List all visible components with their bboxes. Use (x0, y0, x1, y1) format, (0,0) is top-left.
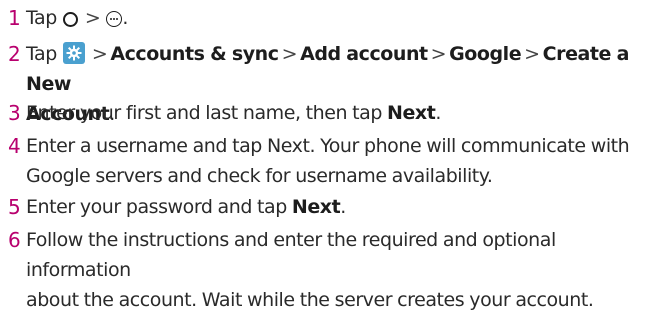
step-6-line-2: about the account. Wait while the server… (26, 289, 594, 311)
step-text: Enter your first and last name, then tap… (26, 98, 663, 128)
step-text: Enter a username and tap Next. Your phon… (26, 131, 663, 191)
menu-path-add-account: Add account (300, 43, 428, 65)
menu-path-accounts-sync: Accounts & sync (110, 43, 279, 65)
menu-path-google: Google (449, 43, 522, 65)
step-1-end: . (122, 7, 128, 29)
step-number: 4 (8, 134, 21, 158)
step-number: 6 (8, 228, 21, 252)
step-3-end: . (435, 102, 441, 124)
step-3-text: Enter your first and last name, then tap (26, 102, 388, 124)
chevron-separator: > (524, 43, 540, 65)
step-text: Enter your password and tap Next. (26, 192, 663, 222)
chevron-separator: > (281, 43, 298, 65)
step-4-line-1: Enter a username and tap Next. Your phon… (26, 135, 630, 157)
step-number: 2 (8, 42, 21, 66)
chevron-separator: > (430, 43, 447, 65)
instruction-steps: 1 Tap >. 2 Tap > Accounts & sync > Add accoun… (0, 0, 667, 311)
chevron-separator: > (84, 7, 101, 29)
settings-gear-icon (62, 42, 85, 64)
step-number: 1 (8, 6, 21, 30)
step-number: 3 (8, 101, 21, 125)
chevron-separator: > (91, 43, 108, 65)
step-4-line-2: Google servers and check for username av… (26, 165, 493, 187)
apps-menu-icon (106, 11, 123, 27)
next-label: Next (291, 196, 341, 218)
step-number: 5 (8, 195, 21, 219)
step-text: Follow the instructions and enter the re… (26, 225, 663, 315)
step-text: Tap >. (26, 3, 663, 33)
step-5-end: . (340, 196, 346, 218)
step-1-tap: Tap (26, 7, 57, 29)
home-circle-icon (62, 12, 78, 27)
step-6-line-1: Follow the instructions and enter the re… (26, 229, 556, 281)
step-2-tap: Tap (26, 43, 57, 65)
step-5-text: Enter your password and tap (26, 196, 292, 218)
next-label: Next (387, 102, 436, 124)
